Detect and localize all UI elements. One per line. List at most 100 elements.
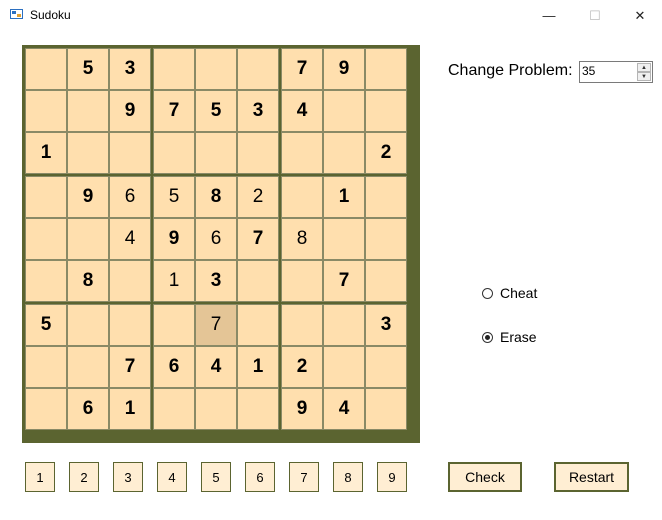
cell-r5c6[interactable]: 7	[237, 218, 279, 260]
cheat-radio-circle[interactable]	[482, 287, 493, 299]
cell-r8c2[interactable]	[67, 346, 109, 388]
cell-r2c2[interactable]	[67, 90, 109, 132]
cell-r9c3[interactable]: 1	[109, 388, 151, 430]
cell-r2c1[interactable]	[25, 90, 67, 132]
cell-r8c6[interactable]: 1	[237, 346, 279, 388]
cell-r7c2[interactable]	[67, 304, 109, 346]
cell-r2c7[interactable]: 4	[281, 90, 323, 132]
number-button-9[interactable]: 9	[377, 462, 407, 492]
cell-r3c2[interactable]	[67, 132, 109, 174]
minimize-button[interactable]: —	[526, 0, 572, 31]
cell-r3c1[interactable]: 1	[25, 132, 67, 174]
erase-radio-circle[interactable]	[482, 331, 493, 343]
cell-r8c1[interactable]	[25, 346, 67, 388]
cell-r3c7[interactable]	[281, 132, 323, 174]
cell-r1c4[interactable]	[153, 48, 195, 90]
cell-r1c7[interactable]: 7	[281, 48, 323, 90]
cheat-radio[interactable]: Cheat	[482, 285, 537, 301]
cell-r2c6[interactable]: 3	[237, 90, 279, 132]
cell-r4c7[interactable]	[281, 176, 323, 218]
number-button-8[interactable]: 8	[333, 462, 363, 492]
cell-r2c8[interactable]	[323, 90, 365, 132]
cell-r9c2[interactable]: 6	[67, 388, 109, 430]
cell-r4c8[interactable]: 1	[323, 176, 365, 218]
close-button[interactable]: ✕	[617, 0, 662, 31]
cell-r7c1[interactable]: 5	[25, 304, 67, 346]
cell-r7c7[interactable]	[281, 304, 323, 346]
cell-r8c3[interactable]: 7	[109, 346, 151, 388]
cell-r4c5[interactable]: 8	[195, 176, 237, 218]
cell-r8c9[interactable]	[365, 346, 407, 388]
cell-r1c9[interactable]	[365, 48, 407, 90]
check-button[interactable]: Check	[448, 462, 522, 492]
cell-r4c4[interactable]: 5	[153, 176, 195, 218]
cell-r3c8[interactable]	[323, 132, 365, 174]
cell-r8c5[interactable]: 4	[195, 346, 237, 388]
cell-r9c4[interactable]	[153, 388, 195, 430]
erase-radio-label[interactable]: Erase	[500, 329, 537, 345]
cell-r6c9[interactable]	[365, 260, 407, 302]
cell-r3c3[interactable]	[109, 132, 151, 174]
cell-r9c8[interactable]: 4	[323, 388, 365, 430]
cell-r3c4[interactable]	[153, 132, 195, 174]
cell-r5c9[interactable]	[365, 218, 407, 260]
cell-r5c8[interactable]	[323, 218, 365, 260]
number-button-7[interactable]: 7	[289, 462, 319, 492]
change-problem-spinner[interactable]: 35 ▲ ▼	[579, 61, 653, 83]
cell-r4c3[interactable]: 6	[109, 176, 151, 218]
cell-r2c3[interactable]: 9	[109, 90, 151, 132]
cell-r6c1[interactable]	[25, 260, 67, 302]
cell-r7c5[interactable]: 7	[195, 304, 237, 346]
cell-r9c6[interactable]	[237, 388, 279, 430]
cell-r6c4[interactable]: 1	[153, 260, 195, 302]
cell-r7c8[interactable]	[323, 304, 365, 346]
cell-r6c7[interactable]	[281, 260, 323, 302]
cell-r9c5[interactable]	[195, 388, 237, 430]
cell-r3c9[interactable]: 2	[365, 132, 407, 174]
cell-r1c3[interactable]: 3	[109, 48, 151, 90]
cell-r7c4[interactable]	[153, 304, 195, 346]
cell-r1c2[interactable]: 5	[67, 48, 109, 90]
cell-r8c7[interactable]: 2	[281, 346, 323, 388]
number-button-4[interactable]: 4	[157, 462, 187, 492]
change-problem-value[interactable]: 35	[582, 64, 595, 78]
erase-radio[interactable]: Erase	[482, 329, 537, 345]
cell-r2c4[interactable]: 7	[153, 90, 195, 132]
cell-r5c5[interactable]: 6	[195, 218, 237, 260]
cell-r4c2[interactable]: 9	[67, 176, 109, 218]
cell-r3c6[interactable]	[237, 132, 279, 174]
cell-r9c1[interactable]	[25, 388, 67, 430]
cell-r6c6[interactable]	[237, 260, 279, 302]
number-button-3[interactable]: 3	[113, 462, 143, 492]
number-button-1[interactable]: 1	[25, 462, 55, 492]
cell-r9c9[interactable]	[365, 388, 407, 430]
cell-r1c1[interactable]	[25, 48, 67, 90]
cell-r7c9[interactable]: 3	[365, 304, 407, 346]
number-button-5[interactable]: 5	[201, 462, 231, 492]
number-button-2[interactable]: 2	[69, 462, 99, 492]
cell-r5c2[interactable]	[67, 218, 109, 260]
cell-r4c6[interactable]: 2	[237, 176, 279, 218]
cell-r6c8[interactable]: 7	[323, 260, 365, 302]
cell-r2c9[interactable]	[365, 90, 407, 132]
cell-r8c4[interactable]: 6	[153, 346, 195, 388]
cell-r5c1[interactable]	[25, 218, 67, 260]
cheat-radio-label[interactable]: Cheat	[500, 285, 537, 301]
cell-r1c6[interactable]	[237, 48, 279, 90]
restart-button[interactable]: Restart	[554, 462, 629, 492]
cell-r5c4[interactable]: 9	[153, 218, 195, 260]
cell-r9c7[interactable]: 9	[281, 388, 323, 430]
maximize-button[interactable]: ☐	[572, 0, 618, 31]
cell-r3c5[interactable]	[195, 132, 237, 174]
cell-r2c5[interactable]: 5	[195, 90, 237, 132]
cell-r7c6[interactable]	[237, 304, 279, 346]
cell-r5c3[interactable]: 4	[109, 218, 151, 260]
cell-r6c2[interactable]: 8	[67, 260, 109, 302]
spin-up-arrow-icon[interactable]: ▲	[637, 63, 651, 72]
cell-r1c5[interactable]	[195, 48, 237, 90]
cell-r4c9[interactable]	[365, 176, 407, 218]
cell-r4c1[interactable]	[25, 176, 67, 218]
number-button-6[interactable]: 6	[245, 462, 275, 492]
spin-down-arrow-icon[interactable]: ▼	[637, 72, 651, 81]
cell-r5c7[interactable]: 8	[281, 218, 323, 260]
